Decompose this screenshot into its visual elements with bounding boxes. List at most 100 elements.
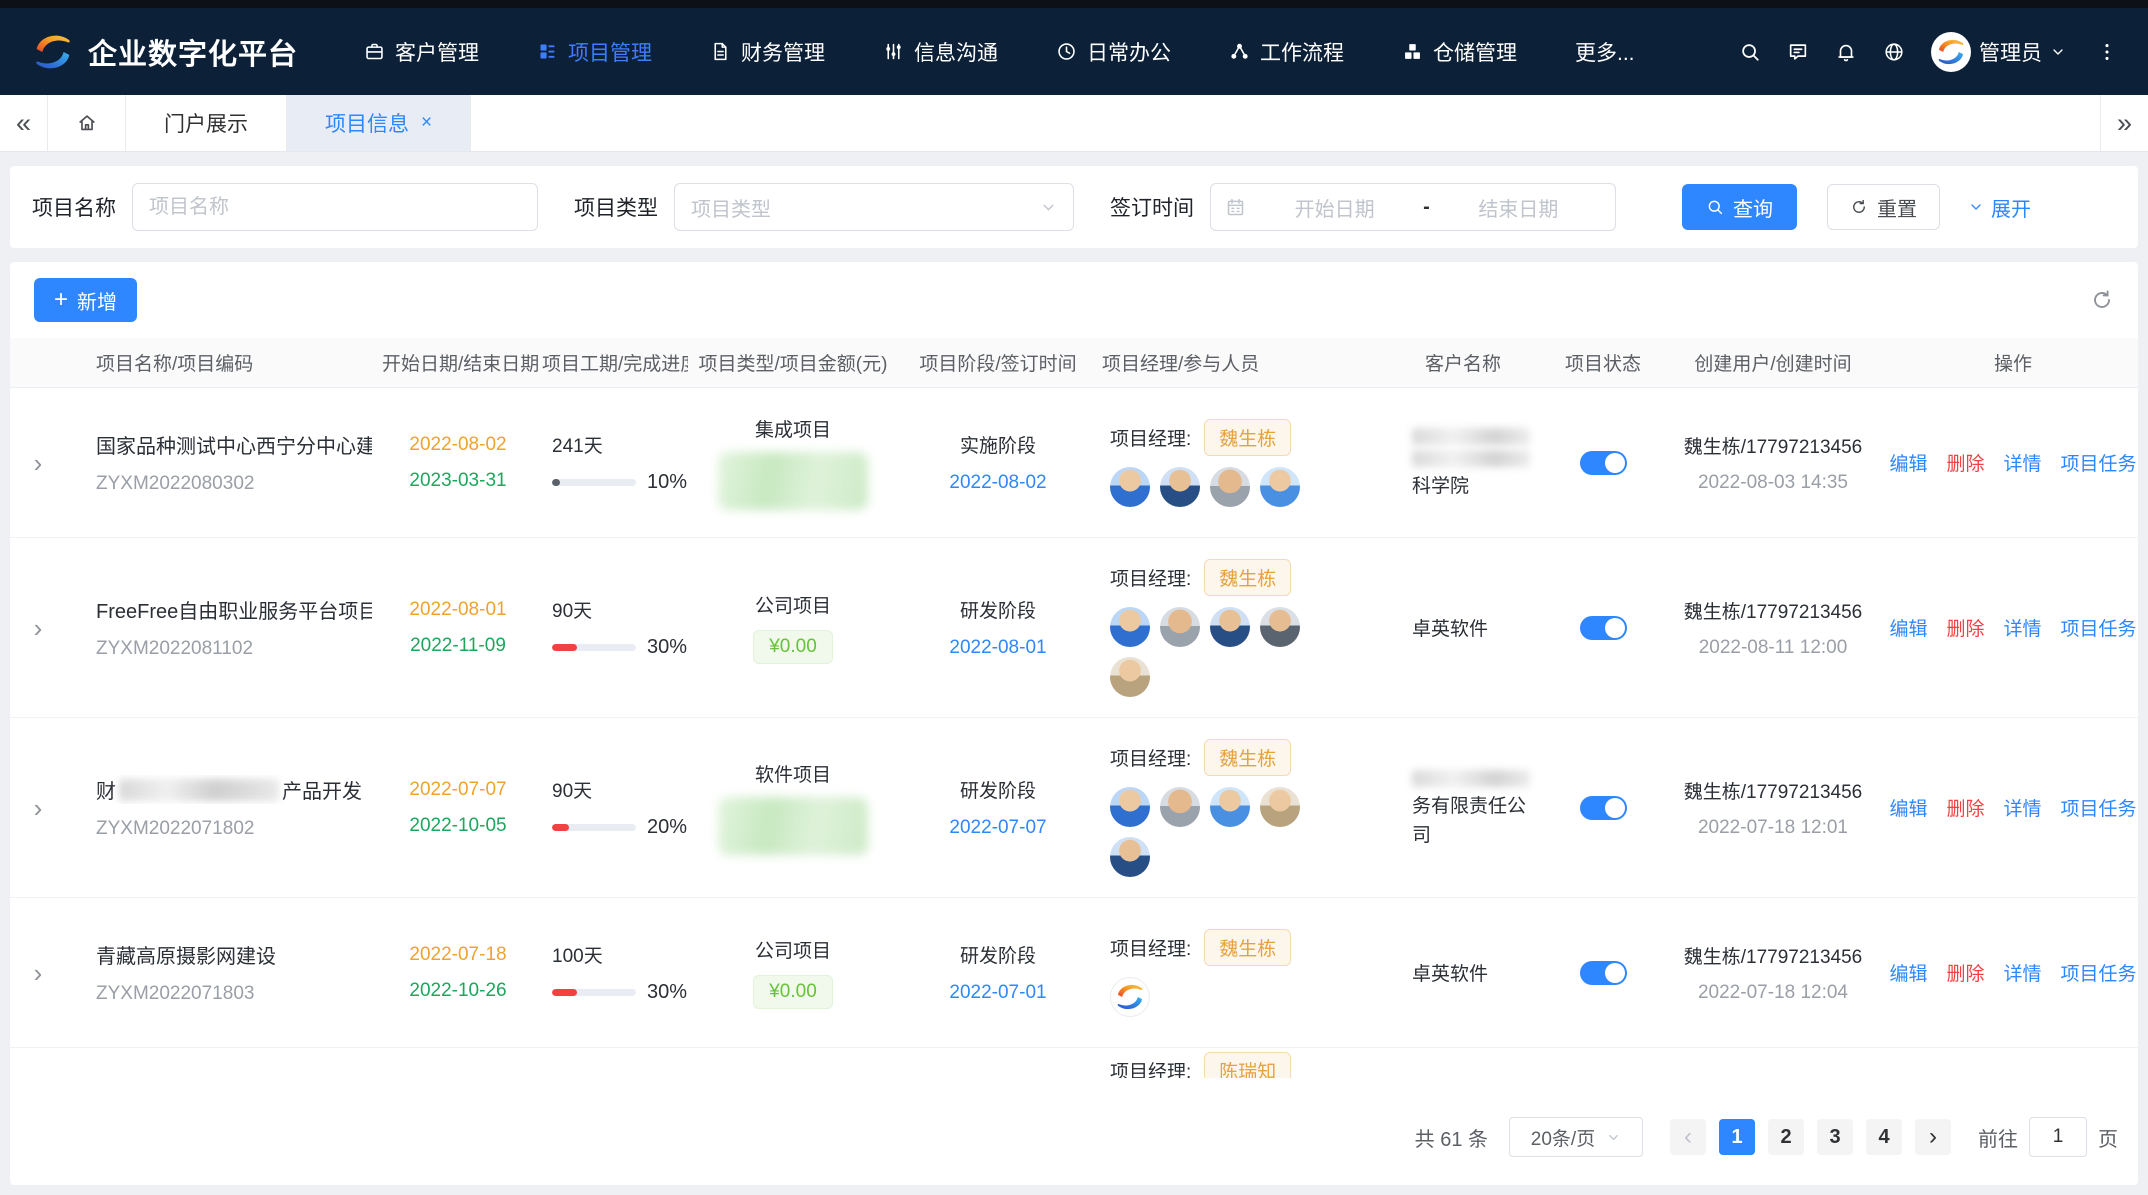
status-toggle[interactable] [1580, 796, 1627, 820]
page-button-3[interactable]: 3 [1817, 1119, 1853, 1155]
progress-line: 20% [552, 816, 688, 839]
status-toggle[interactable] [1580, 961, 1627, 985]
project-type-select[interactable]: 项目类型 [674, 183, 1074, 231]
page-button-2[interactable]: 2 [1768, 1119, 1804, 1155]
reset-button[interactable]: 重置 [1827, 184, 1940, 230]
next-page-button[interactable]: › [1915, 1119, 1951, 1155]
manager-tag[interactable]: 魏生栋 [1204, 739, 1291, 776]
avatar[interactable] [1260, 607, 1300, 647]
avatar[interactable] [1210, 607, 1250, 647]
avatar[interactable] [1210, 787, 1250, 827]
nav-item-finance[interactable]: 财务管理 [710, 37, 825, 67]
project-task-link[interactable]: 项目任务 [2061, 959, 2137, 986]
nav-item-communication[interactable]: 信息沟通 [883, 37, 998, 67]
status-toggle[interactable] [1580, 451, 1627, 475]
status-toggle[interactable] [1580, 616, 1627, 640]
nav-item-customer[interactable]: 客户管理 [364, 37, 479, 67]
finance-doc-icon [710, 41, 731, 62]
collapse-tabs-button[interactable]: « [0, 95, 48, 151]
delete-link[interactable]: 删除 [1946, 959, 1984, 986]
detail-link[interactable]: 详情 [2004, 614, 2042, 641]
brand[interactable]: 企业数字化平台 [30, 29, 298, 75]
page-button-4[interactable]: 4 [1866, 1119, 1902, 1155]
nav-item-daily-office[interactable]: 日常办公 [1056, 37, 1171, 67]
home-tab[interactable] [48, 95, 126, 151]
duration-days: 100天 [552, 941, 688, 968]
actions-cell: 编辑删除详情项目任务 [1888, 959, 2138, 986]
type-cell: 公司项目¥0.00 [688, 936, 898, 1009]
project-name: FreeFree自由职业服务平台项目 [96, 595, 372, 624]
progress-line: 30% [552, 636, 688, 659]
avatar[interactable] [1110, 977, 1150, 1017]
avatar[interactable] [1160, 467, 1200, 507]
avatar[interactable] [1210, 467, 1250, 507]
nav-item-warehouse[interactable]: 仓储管理 [1402, 37, 1517, 67]
notification-bell-icon[interactable] [1835, 41, 1857, 63]
expand-cell: › [10, 960, 66, 986]
status-cell [1548, 796, 1658, 820]
tab-portal-display[interactable]: 门户展示 [126, 95, 287, 151]
warehouse-icon [1402, 41, 1423, 62]
avatar[interactable] [1260, 787, 1300, 827]
row-expand-icon[interactable]: › [34, 615, 43, 641]
tab-project-info[interactable]: 项目信息 × [287, 95, 471, 151]
row-expand-icon[interactable]: › [34, 960, 43, 986]
nav-item-workflow[interactable]: 工作流程 [1229, 37, 1344, 67]
table-refresh-icon[interactable] [2090, 288, 2114, 312]
avatar[interactable] [1110, 787, 1150, 827]
message-icon[interactable] [1787, 41, 1809, 63]
add-button[interactable]: + 新增 [34, 278, 137, 322]
detail-link[interactable]: 详情 [2004, 449, 2042, 476]
sliders-icon [883, 41, 904, 62]
goto-page-input[interactable] [2029, 1117, 2087, 1157]
expand-filters-link[interactable]: 展开 [1968, 193, 2031, 222]
edit-link[interactable]: 编辑 [1889, 959, 1927, 986]
manager-tag[interactable]: 魏生栋 [1204, 559, 1291, 596]
delete-link[interactable]: 删除 [1946, 449, 1984, 476]
prev-page-button[interactable]: ‹ [1670, 1119, 1706, 1155]
edit-link[interactable]: 编辑 [1889, 794, 1927, 821]
customer-name: 卓英软件 [1412, 615, 1538, 644]
search-icon[interactable] [1739, 41, 1761, 63]
header-dates: 开始日期/结束日期 [378, 349, 538, 376]
nav-item-more[interactable]: 更多... [1575, 37, 1635, 67]
manager-line: 项目经理:魏生栋 [1110, 559, 1378, 596]
avatar[interactable] [1110, 607, 1150, 647]
row-expand-icon[interactable]: › [34, 795, 43, 821]
kebab-menu-icon[interactable] [2096, 41, 2118, 63]
end-date-placeholder[interactable]: 结束日期 [1436, 193, 1601, 222]
manager-tag[interactable]: 魏生栋 [1204, 929, 1291, 966]
delete-link[interactable]: 删除 [1946, 794, 1984, 821]
nav-right-actions: 管理员 [1739, 32, 2118, 72]
detail-link[interactable]: 详情 [2004, 794, 2042, 821]
avatar[interactable] [1110, 467, 1150, 507]
page-button-1[interactable]: 1 [1719, 1119, 1755, 1155]
avatar[interactable] [1160, 787, 1200, 827]
manager-cell: 项目经理:魏生栋 [1098, 419, 1378, 507]
row-expand-icon[interactable]: › [34, 450, 43, 476]
avatar[interactable] [1260, 467, 1300, 507]
page-size-select[interactable]: 20条/页 [1509, 1117, 1643, 1157]
delete-link[interactable]: 删除 [1946, 614, 1984, 641]
nav-item-project[interactable]: 项目管理 [537, 37, 652, 67]
avatar[interactable] [1160, 607, 1200, 647]
language-globe-icon[interactable] [1883, 41, 1905, 63]
start-date-placeholder[interactable]: 开始日期 [1252, 193, 1417, 222]
search-button[interactable]: 查询 [1682, 184, 1797, 230]
date-range-picker[interactable]: 开始日期 - 结束日期 [1210, 183, 1616, 231]
project-name-input[interactable] [132, 183, 538, 231]
manager-tag[interactable]: 魏生栋 [1204, 419, 1291, 456]
manager-tag[interactable]: 陈瑞知 [1204, 1052, 1291, 1078]
avatar[interactable] [1110, 837, 1150, 877]
project-task-link[interactable]: 项目任务 [2061, 794, 2137, 821]
user-menu[interactable]: 管理员 [1931, 32, 2066, 72]
project-task-link[interactable]: 项目任务 [2061, 449, 2137, 476]
edit-link[interactable]: 编辑 [1889, 449, 1927, 476]
project-task-link[interactable]: 项目任务 [2061, 614, 2137, 641]
edit-link[interactable]: 编辑 [1889, 614, 1927, 641]
avatar[interactable] [1110, 657, 1150, 697]
expand-tabs-button[interactable]: » [2100, 95, 2148, 151]
close-icon[interactable]: × [421, 112, 432, 134]
detail-link[interactable]: 详情 [2004, 959, 2042, 986]
nav-item-label: 日常办公 [1087, 37, 1171, 67]
